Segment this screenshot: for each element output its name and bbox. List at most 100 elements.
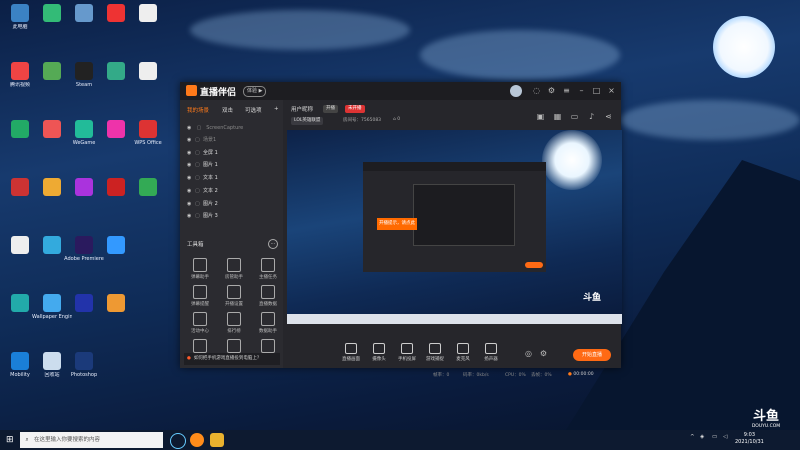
- source-item[interactable]: ◉ ▢ 场景1: [187, 136, 279, 145]
- tool-item[interactable]: 活动中心: [185, 312, 215, 334]
- gift-icon[interactable]: ▣: [536, 112, 545, 121]
- lock-icon[interactable]: ▢: [195, 136, 203, 145]
- gear-icon[interactable]: ⚙: [539, 349, 548, 358]
- user-avatar[interactable]: [510, 85, 522, 97]
- speaker-button[interactable]: 扬声器: [479, 343, 503, 362]
- mic-button[interactable]: 麦克风: [451, 343, 475, 362]
- screen-button[interactable]: 直播画面: [339, 343, 363, 362]
- lock-icon[interactable]: ▢: [197, 124, 205, 133]
- tool-item[interactable]: 数据助手: [253, 312, 283, 334]
- source-item[interactable]: ◉ ▢ 图片 3: [187, 212, 279, 221]
- eye-icon[interactable]: ◉: [187, 149, 195, 158]
- share-icon[interactable]: ⋖: [604, 112, 613, 121]
- minimize-icon[interactable]: –: [577, 86, 586, 95]
- message-icon[interactable]: ◌: [532, 86, 541, 95]
- lock-icon[interactable]: ▢: [195, 174, 203, 183]
- desktop-icon[interactable]: WPS Office: [128, 120, 168, 152]
- tab-options[interactable]: 可选项: [245, 106, 262, 114]
- lock-icon[interactable]: ▢: [195, 161, 203, 170]
- source-item[interactable]: ◉ ▢ 图片 1: [187, 161, 279, 170]
- tool-item[interactable]: 弹幕提醒: [185, 285, 215, 307]
- tool-item[interactable]: 排行榜: [219, 312, 249, 334]
- tab-double[interactable]: 双击: [222, 106, 233, 114]
- preview-watermark: 斗鱼: [582, 293, 601, 303]
- tool-item[interactable]: 主播任务: [253, 258, 283, 280]
- room-tag[interactable]: 开播: [323, 105, 338, 113]
- preview-taskbar: [287, 314, 622, 324]
- start-live-button[interactable]: 开始直播: [573, 349, 611, 361]
- calendar-icon[interactable]: ▦: [553, 112, 562, 121]
- desktop-icon[interactable]: [128, 62, 168, 94]
- bell-icon[interactable]: ♪: [587, 112, 596, 121]
- windows-start-icon[interactable]: ⊞: [6, 435, 16, 445]
- lock-icon[interactable]: ▢: [195, 200, 203, 209]
- taskbar-clock[interactable]: 9:03 2021/10/31: [735, 432, 764, 446]
- settings-icon[interactable]: ⚙: [547, 86, 556, 95]
- tool-label: 开播设置: [225, 302, 243, 307]
- game-capture-button[interactable]: 游戏捕捉: [423, 343, 447, 362]
- tray-volume-icon[interactable]: ◁: [723, 434, 727, 440]
- tab-scenes[interactable]: 我的场景: [187, 106, 209, 114]
- desktop-icon[interactable]: [96, 294, 136, 326]
- more-tools-icon[interactable]: ⋯: [268, 239, 278, 249]
- app-icon: [75, 120, 93, 138]
- room-status: 未开播: [345, 105, 365, 113]
- cloud: [190, 10, 410, 50]
- eye-icon[interactable]: ◉: [187, 212, 195, 221]
- notice-bar[interactable]: ● 如何把手机游戏直播投到电脑上？: [184, 353, 280, 365]
- live-app-taskbar-icon[interactable]: [210, 433, 224, 447]
- tool-icon: [227, 312, 241, 326]
- phone-cast-button[interactable]: 手机投屏: [395, 343, 419, 362]
- eye-icon[interactable]: ◉: [187, 174, 195, 183]
- lock-icon[interactable]: ▢: [195, 212, 203, 221]
- eye-icon[interactable]: ◉: [187, 161, 195, 170]
- source-item[interactable]: ◉ ▢ 文本 2: [187, 187, 279, 196]
- desktop-icon[interactable]: [128, 178, 168, 210]
- eye-icon[interactable]: ◉: [187, 124, 195, 133]
- lock-icon[interactable]: ▢: [195, 187, 203, 196]
- camera-button[interactable]: 摄像头: [367, 343, 391, 362]
- source-item[interactable]: ◉ ▢ 文本 1: [187, 174, 279, 183]
- tray-chevron-icon[interactable]: ^: [690, 434, 695, 440]
- close-icon[interactable]: ×: [607, 86, 616, 95]
- desktop-icon[interactable]: Photoshop: [64, 352, 104, 384]
- taskbar-search[interactable]: ⌕ 在这里输入你要搜索的内容: [20, 432, 163, 448]
- status-bar: 帧率：0 码率：0kb/s CPU：0% 丢帧：0% ● 00:00:00: [283, 368, 621, 386]
- tray-network-icon[interactable]: ▭: [712, 434, 717, 440]
- eye-icon[interactable]: ◎: [524, 349, 533, 358]
- source-item[interactable]: ◉ ▢ 图片 2: [187, 200, 279, 209]
- preview-app-window: [363, 162, 546, 272]
- app-icon: [11, 62, 29, 80]
- tray-shield-icon[interactable]: ◈: [700, 434, 704, 440]
- app-name: 直播伴侣: [200, 88, 237, 98]
- tool-icon: [227, 258, 241, 272]
- screen-icon[interactable]: ▭: [570, 112, 579, 121]
- app-icon: [43, 294, 61, 312]
- eye-icon[interactable]: ◉: [187, 200, 195, 209]
- live-app-window: 直播伴侣 体验 ▶ ◌ ⚙ ≡ – □ × 我的场景 双击 可选项 + ◉ ▢ …: [180, 82, 622, 378]
- cloud: [420, 30, 620, 80]
- tool-icon: [193, 285, 207, 299]
- app-icon: [107, 236, 125, 254]
- cortana-icon[interactable]: [170, 433, 186, 449]
- menu-icon[interactable]: ≡: [562, 86, 571, 95]
- source-item[interactable]: ◉ ▢ 全屏 1: [187, 149, 279, 158]
- preview-start-button: [525, 262, 543, 268]
- desktop-icon[interactable]: [128, 4, 168, 36]
- add-scene-icon[interactable]: +: [274, 106, 279, 112]
- tool-item[interactable]: 开播设置: [219, 285, 249, 307]
- taskbar: ⊞ ⌕ 在这里输入你要搜索的内容 ^ ◈ ▭ ◁ 9:03 2021/10/31: [0, 430, 800, 450]
- tool-item[interactable]: 弹幕助手: [185, 258, 215, 280]
- eye-icon[interactable]: ◉: [187, 187, 195, 196]
- category-select[interactable]: LOL英雄联盟: [291, 117, 324, 125]
- maximize-icon[interactable]: □: [592, 86, 601, 95]
- version-badge[interactable]: 体验 ▶: [243, 86, 267, 97]
- tool-item[interactable]: 直播数据: [253, 285, 283, 307]
- browser-icon[interactable]: [190, 433, 204, 447]
- live-preview[interactable]: 开播提示，请点此 斗鱼: [287, 130, 622, 324]
- desktop-icon[interactable]: [96, 236, 136, 268]
- tool-item[interactable]: 房管助手: [219, 258, 249, 280]
- lock-icon[interactable]: ▢: [195, 149, 203, 158]
- desktop-icon-label: [96, 314, 136, 326]
- eye-icon[interactable]: ◉: [187, 136, 195, 145]
